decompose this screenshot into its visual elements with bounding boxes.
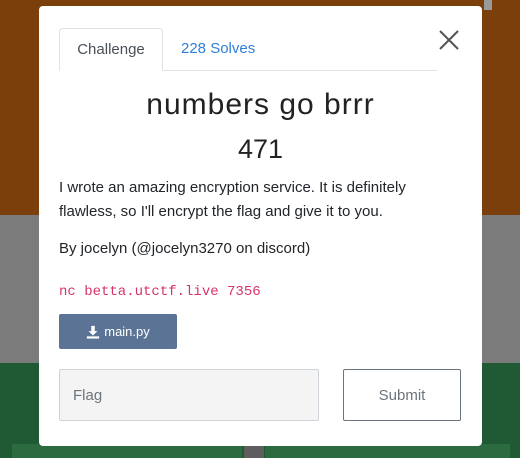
challenge-points: 471 <box>237 134 284 164</box>
background-challenge-card <box>12 444 242 458</box>
background-divider <box>244 444 264 458</box>
challenge-title: numbers go brrr <box>146 88 375 121</box>
tab-solves[interactable]: 228 Solves <box>165 28 271 70</box>
download-icon <box>87 325 100 339</box>
connection-command: nc betta.utctf.live 7356 <box>59 284 261 300</box>
close-button[interactable] <box>437 28 461 52</box>
background-scrollbar <box>484 0 492 10</box>
flag-input[interactable] <box>59 369 319 421</box>
download-file-button[interactable]: main.py <box>59 314 177 349</box>
close-icon <box>439 30 459 50</box>
file-name: main.py <box>104 324 150 339</box>
background-challenge-card <box>265 444 510 458</box>
modal-tabs: Challenge 228 Solves <box>59 28 437 71</box>
challenge-description: I wrote an amazing encryption service. I… <box>59 179 406 220</box>
tab-challenge[interactable]: Challenge <box>59 28 163 71</box>
submit-button[interactable]: Submit <box>343 369 461 421</box>
challenge-author: By jocelyn (@jocelyn3270 on discord) <box>59 240 311 257</box>
challenge-modal: Challenge 228 Solves numbers go brrr 471… <box>39 6 482 446</box>
